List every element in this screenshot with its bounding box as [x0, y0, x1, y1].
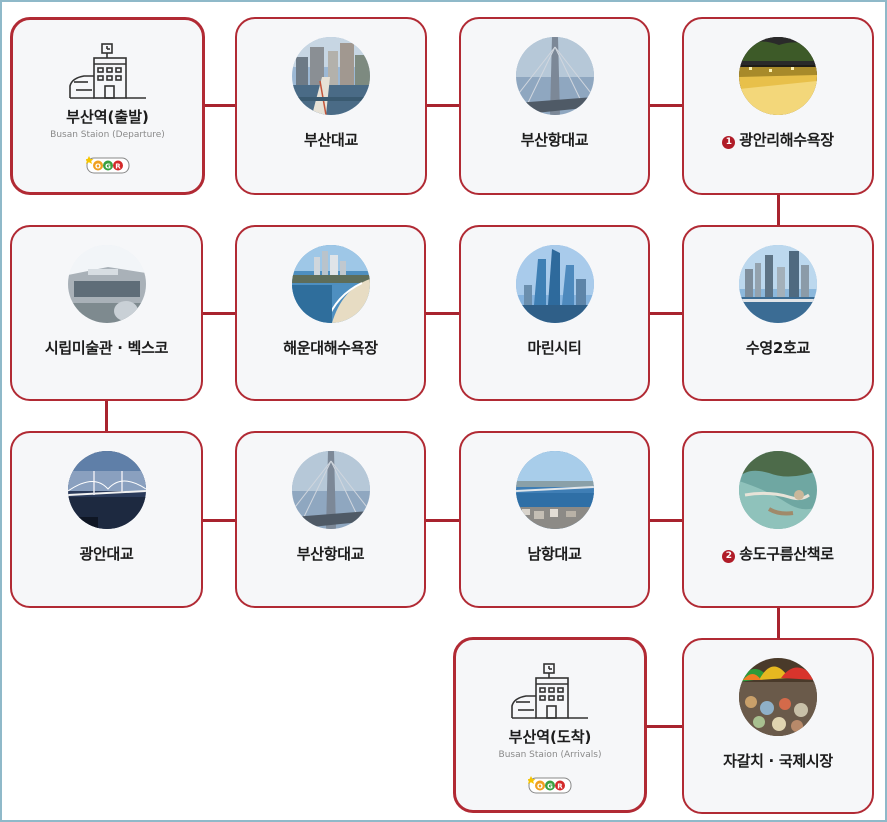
stop-songdo-skywalk[interactable]: 2 송도구름산책로	[682, 431, 874, 608]
stop-number-badge: 2	[722, 550, 736, 563]
stop-name-text: 송도구름산책로	[739, 545, 834, 563]
badge-letter-o: O	[537, 782, 543, 790]
stop-busan-bridge[interactable]: 부산대교	[235, 17, 427, 195]
stop-name: 자갈치 · 국제시장	[723, 752, 833, 770]
stop-gwangan-bridge[interactable]: 광안대교	[10, 431, 203, 608]
stop-name: 해운대해수욕장	[283, 339, 378, 357]
stop-name: 부산역(출발)	[66, 108, 149, 126]
busan-harbor-bridge-photo	[515, 37, 594, 115]
suyeong-bridge-photo	[739, 245, 817, 323]
train-station-icon	[68, 43, 146, 99]
songdo-skywalk-photo	[739, 451, 817, 529]
gwangan-bridge-photo	[67, 451, 146, 529]
stop-name: 부산항대교	[520, 131, 589, 149]
stop-name: 부산대교	[303, 131, 358, 149]
ogr-line-badge: O G R	[528, 776, 572, 794]
stop-busan-station-departure[interactable]: 부산역(출발) Busan Staion (Departure) O G R	[10, 17, 205, 195]
busan-bridge-photo	[292, 37, 370, 115]
stop-name: 남항대교	[527, 545, 582, 563]
gwangalli-beach-photo	[739, 37, 817, 115]
stop-jagalchi-market[interactable]: 자갈치 · 국제시장	[682, 638, 874, 814]
stop-name: 마린시티	[527, 339, 582, 357]
namhang-bridge-photo	[515, 451, 594, 529]
stop-name: 부산항대교	[296, 545, 365, 563]
stop-name: 2 송도구름산책로	[684, 543, 872, 564]
stop-name: 시립미술관 · 벡스코	[44, 339, 169, 357]
stop-haeundae-beach[interactable]: 해운대해수욕장	[235, 225, 426, 401]
connector	[646, 725, 683, 728]
connector	[202, 519, 236, 522]
stop-museum-bexco[interactable]: 시립미술관 · 벡스코	[10, 225, 203, 401]
connector	[426, 104, 460, 107]
connector	[649, 312, 683, 315]
train-station-icon	[511, 663, 588, 719]
stop-number-badge: 1	[722, 136, 736, 149]
connector	[204, 104, 236, 107]
badge-letter-o: O	[95, 162, 101, 170]
connector	[202, 312, 236, 315]
connector	[105, 400, 108, 432]
museum-bexco-photo	[67, 245, 146, 323]
stop-subtitle: Busan Staion (Arrivals)	[498, 750, 602, 760]
stop-gwangalli-beach[interactable]: 1 광안리해수욕장	[682, 17, 874, 195]
jagalchi-market-photo	[739, 658, 817, 736]
stop-busan-harbor-bridge-2[interactable]: 부산항대교	[235, 431, 426, 608]
connector	[777, 194, 780, 226]
stop-name: 1 광안리해수욕장	[684, 129, 872, 150]
stop-namhang-bridge[interactable]: 남항대교	[459, 431, 650, 608]
badge-letter-r: R	[557, 782, 563, 790]
connector	[777, 607, 780, 639]
stop-busan-harbor-bridge[interactable]: 부산항대교	[459, 17, 650, 195]
stop-name: 광안대교	[79, 545, 134, 563]
stop-name: 부산역(도착)	[508, 728, 592, 746]
haeundae-beach-photo	[291, 245, 370, 323]
stop-name: 수영2호교	[745, 339, 811, 357]
connector	[425, 312, 460, 315]
badge-letter-g: G	[547, 782, 553, 790]
stop-suyeong-bridge[interactable]: 수영2호교	[682, 225, 874, 401]
ogr-line-badge: O G R	[85, 156, 129, 174]
stop-name-text: 광안리해수욕장	[739, 131, 834, 149]
connector	[649, 104, 683, 107]
badge-letter-g: G	[105, 162, 111, 170]
badge-letter-r: R	[115, 162, 121, 170]
connector	[649, 519, 683, 522]
connector	[425, 519, 460, 522]
marine-city-photo	[515, 245, 594, 323]
busan-harbor-bridge-photo	[291, 451, 370, 529]
stop-marine-city[interactable]: 마린시티	[459, 225, 650, 401]
stop-subtitle: Busan Staion (Departure)	[50, 130, 165, 140]
stop-busan-station-arrival[interactable]: 부산역(도착) Busan Staion (Arrivals) O G R	[453, 637, 647, 813]
